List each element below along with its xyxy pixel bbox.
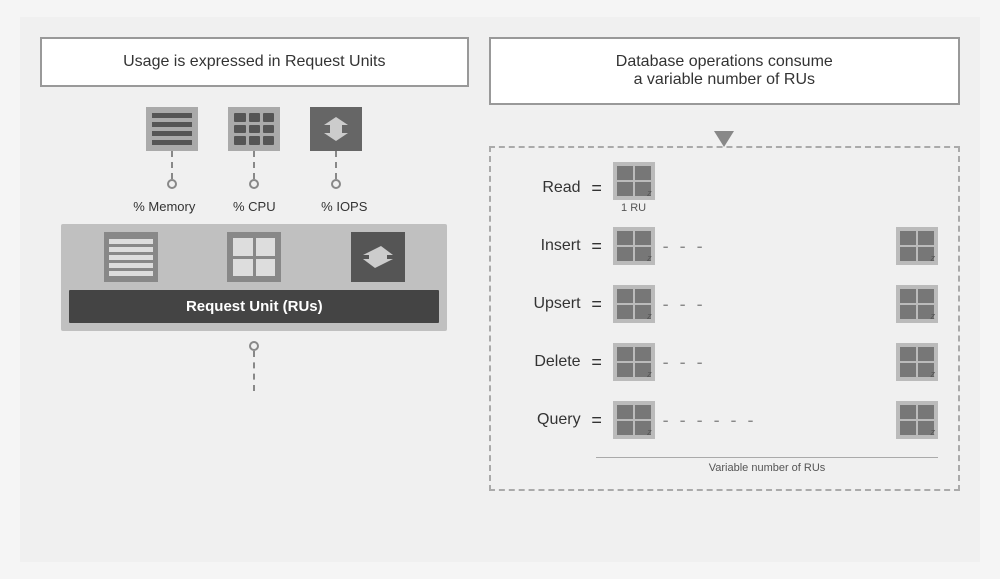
insert-ru-icon1: z xyxy=(613,227,655,265)
dot xyxy=(249,125,260,134)
left-panel: Usage is expressed in Request Units xyxy=(40,37,469,542)
memory-icon xyxy=(146,107,198,151)
left-title: Usage is expressed in Request Units xyxy=(123,53,385,70)
iops-icon-arrows xyxy=(310,107,362,151)
ru-db-lines xyxy=(104,232,158,282)
query-dashes: - - - - - - xyxy=(663,410,888,431)
cpu-dash-line xyxy=(253,151,255,179)
arrow-container xyxy=(489,131,960,146)
memory-label: % Memory xyxy=(128,199,200,214)
ru-box: Request Unit (RUs) xyxy=(61,224,447,331)
dot xyxy=(249,113,260,122)
memory-icon-lines xyxy=(146,107,198,151)
ru-arrows-icon xyxy=(351,232,405,282)
read-label: Read xyxy=(511,179,581,197)
ru-bottom-connector xyxy=(249,341,259,391)
iops-label: % IOPS xyxy=(308,199,380,214)
ru-db-icon xyxy=(104,232,158,282)
query-row: Query = z - - - - - - xyxy=(511,395,938,445)
delete-equals: = xyxy=(589,352,605,373)
line4 xyxy=(152,140,192,145)
right-title-box: Database operations consumea variable nu… xyxy=(489,37,960,105)
delete-ru-icon1: z xyxy=(613,343,655,381)
query-label: Query xyxy=(511,411,581,429)
iops-dash-line xyxy=(335,151,337,179)
read-equals: = xyxy=(589,178,605,199)
arrows-svg xyxy=(318,115,354,143)
top-icons-row xyxy=(146,107,362,189)
insert-label: Insert xyxy=(511,237,581,255)
ru-label-bar: Request Unit (RUs) xyxy=(69,290,439,323)
read-1ru-label: 1 RU xyxy=(621,202,646,214)
delete-row: Delete = z - - - xyxy=(511,337,938,387)
query-ru-icon2: z xyxy=(896,401,938,439)
cpu-icon xyxy=(228,107,280,151)
query-ru-icon1: z xyxy=(613,401,655,439)
dot xyxy=(234,136,245,145)
cpu-icon-grid xyxy=(228,107,280,151)
insert-dashes: - - - xyxy=(663,236,888,257)
right-title: Database operations consumea variable nu… xyxy=(616,53,833,88)
labels-row: % Memory % CPU % IOPS xyxy=(128,199,380,214)
read-row: Read = z xyxy=(511,163,938,213)
ops-container: Read = z xyxy=(489,146,960,491)
ru-bottom-circle xyxy=(249,341,259,351)
dot xyxy=(263,113,274,122)
read-ru-col: z 1 RU xyxy=(613,162,655,214)
ru-icons-row xyxy=(69,232,439,282)
iops-circle xyxy=(331,179,341,189)
query-equals: = xyxy=(589,410,605,431)
upsert-dashes: - - - xyxy=(663,294,888,315)
memory-icon-wrapper xyxy=(146,107,198,189)
memory-dash-line xyxy=(171,151,173,179)
ru-arrows-svg xyxy=(359,242,397,272)
memory-circle xyxy=(167,179,177,189)
cpu-circle xyxy=(249,179,259,189)
insert-ru-icon2: z xyxy=(896,227,938,265)
insert-equals: = xyxy=(589,236,605,257)
dot xyxy=(234,113,245,122)
cpu-label: % CPU xyxy=(218,199,290,214)
insert-row: Insert = z - - - xyxy=(511,221,938,271)
ru-grid-icon xyxy=(227,232,281,282)
ops-wrapper: Read = z xyxy=(489,131,960,491)
right-panel: Database operations consumea variable nu… xyxy=(489,37,960,542)
delete-dashes: - - - xyxy=(663,352,888,373)
dot xyxy=(263,136,274,145)
ru-grid xyxy=(227,232,281,282)
line3 xyxy=(152,131,192,136)
dot xyxy=(234,125,245,134)
dot xyxy=(249,136,260,145)
line1 xyxy=(152,113,192,118)
main-container: Usage is expressed in Request Units xyxy=(20,17,980,562)
upsert-row: Upsert = z - - - xyxy=(511,279,938,329)
delete-ru-icon2: z xyxy=(896,343,938,381)
cpu-icon-wrapper xyxy=(228,107,280,189)
iops-icon-wrapper xyxy=(310,107,362,189)
upsert-label: Upsert xyxy=(511,295,581,313)
dot xyxy=(263,125,274,134)
left-title-box: Usage is expressed in Request Units xyxy=(40,37,469,87)
ru-bottom-dash xyxy=(253,351,255,391)
upsert-equals: = xyxy=(589,294,605,315)
upsert-ru-icon2: z xyxy=(896,285,938,323)
read-ru-icon: z xyxy=(613,162,655,200)
iops-icon xyxy=(310,107,362,151)
upsert-ru-icon1: z xyxy=(613,285,655,323)
variable-label: Variable number of RUs xyxy=(596,457,938,474)
line2 xyxy=(152,122,192,127)
delete-label: Delete xyxy=(511,353,581,371)
down-arrow-icon xyxy=(714,131,734,147)
variable-label-row: Variable number of RUs xyxy=(511,453,938,474)
